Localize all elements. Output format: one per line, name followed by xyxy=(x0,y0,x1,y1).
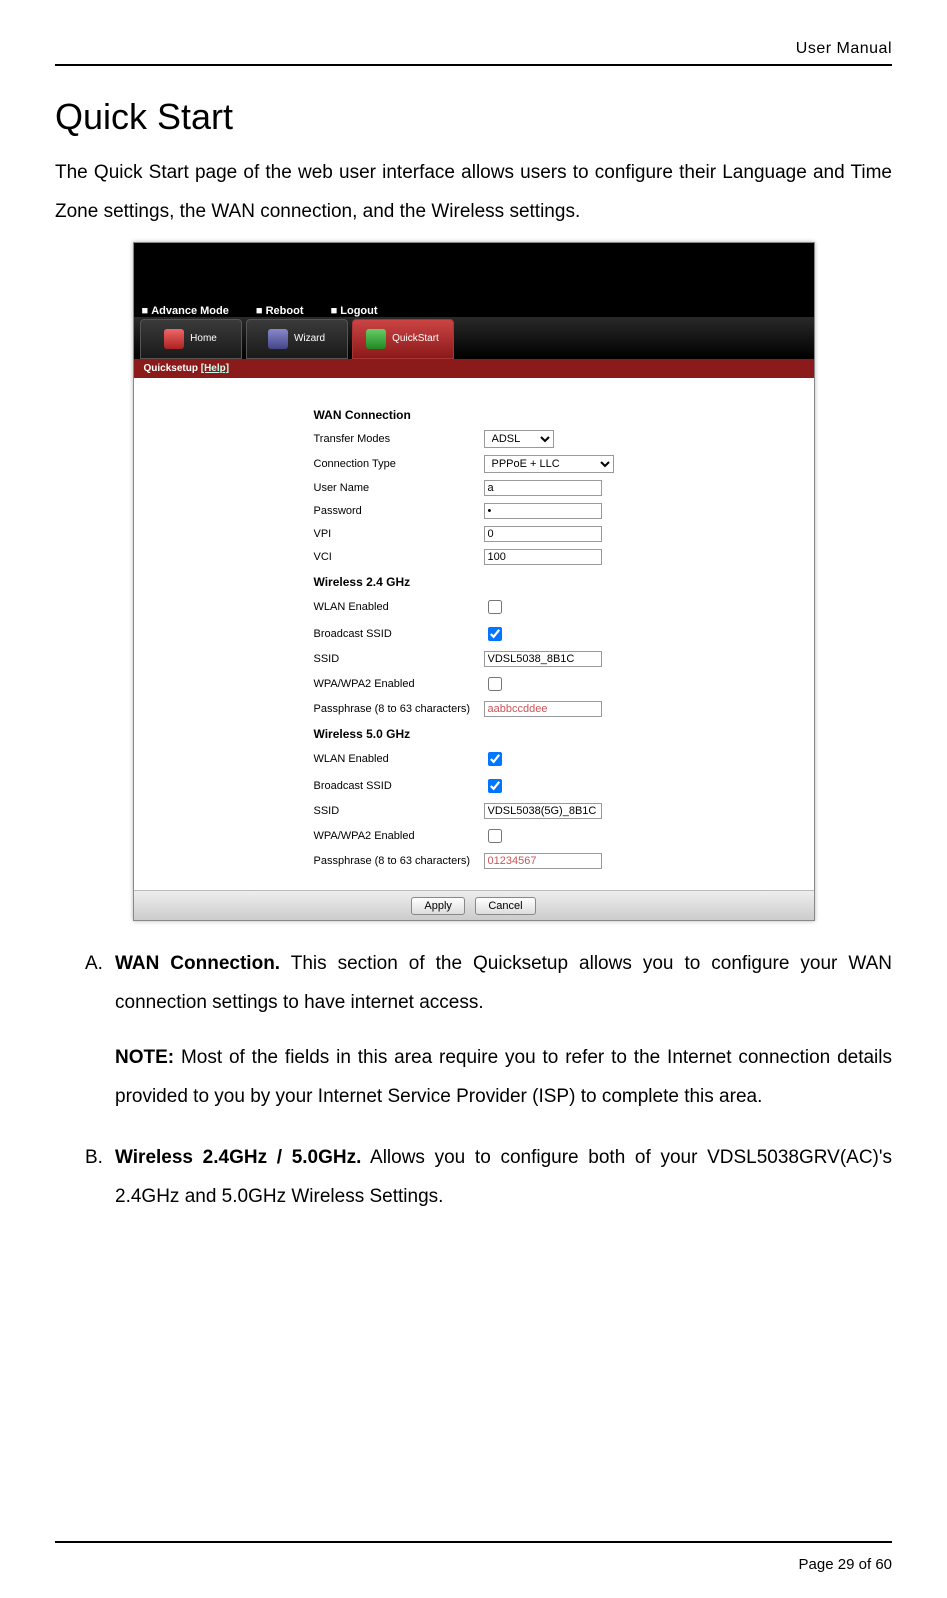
vci-label: VCI xyxy=(314,551,484,563)
note-label: NOTE: xyxy=(115,1047,174,1068)
breadcrumb: Quicksetup [Help] xyxy=(134,359,814,378)
breadcrumb-label: Quicksetup xyxy=(144,363,198,374)
wl24-pass-label: Passphrase (8 to 63 characters) xyxy=(314,703,484,715)
router-banner xyxy=(134,243,814,301)
wl50-enabled-checkbox[interactable] xyxy=(488,752,502,766)
vci-input[interactable] xyxy=(484,549,602,565)
intro-paragraph: The Quick Start page of the web user int… xyxy=(55,154,892,232)
note-body: Most of the fields in this area require … xyxy=(115,1047,892,1107)
menu-advance-mode[interactable]: ■ Advance Mode xyxy=(142,305,241,317)
wan-section-title: WAN Connection xyxy=(314,408,786,422)
wl50-broadcast-label: Broadcast SSID xyxy=(314,780,484,792)
page-footer: Page 29 of 60 xyxy=(799,1556,892,1573)
item-a-note: NOTE: Most of the fields in this area re… xyxy=(115,1039,892,1117)
tab-home-label: Home xyxy=(190,333,217,344)
wl50-enabled-label: WLAN Enabled xyxy=(314,753,484,765)
router-screenshot: ■ Advance Mode ■ Reboot ■ Logout Home Wi… xyxy=(133,242,815,921)
wl50-wpa-label: WPA/WPA2 Enabled xyxy=(314,830,484,842)
apply-button[interactable]: Apply xyxy=(411,897,465,915)
tab-home[interactable]: Home xyxy=(140,319,242,359)
help-link[interactable]: [Help] xyxy=(201,363,229,374)
wl50-ssid-label: SSID xyxy=(314,805,484,817)
connection-type-select[interactable]: PPPoE + LLC xyxy=(484,455,614,473)
wl50-broadcast-checkbox[interactable] xyxy=(488,779,502,793)
home-icon xyxy=(164,329,184,349)
wl50-pass-label: Passphrase (8 to 63 characters) xyxy=(314,855,484,867)
menu-logout[interactable]: ■ Logout xyxy=(331,305,390,317)
tab-quickstart[interactable]: QuickStart xyxy=(352,319,454,359)
router-top-menu: ■ Advance Mode ■ Reboot ■ Logout xyxy=(134,301,814,317)
form-button-bar: Apply Cancel xyxy=(134,890,814,920)
wl50-pass-input[interactable] xyxy=(484,853,602,869)
wl24-wpa-checkbox[interactable] xyxy=(488,677,502,691)
wl24-broadcast-checkbox[interactable] xyxy=(488,627,502,641)
header-rule xyxy=(55,64,892,66)
wl24-pass-input[interactable] xyxy=(484,701,602,717)
page-title: Quick Start xyxy=(55,96,892,138)
document-page: User Manual Quick Start The Quick Start … xyxy=(0,0,947,1598)
user-name-label: User Name xyxy=(314,482,484,494)
router-tabs: Home Wizard QuickStart xyxy=(134,317,814,359)
user-name-input[interactable] xyxy=(484,480,602,496)
wl24-wpa-label: WPA/WPA2 Enabled xyxy=(314,678,484,690)
vpi-label: VPI xyxy=(314,528,484,540)
item-b: Wireless 2.4GHz / 5.0GHz. Allows you to … xyxy=(85,1139,892,1217)
tab-wizard-label: Wizard xyxy=(294,333,325,344)
footer-rule xyxy=(55,1541,892,1543)
quicksetup-form: WAN Connection Transfer Modes ADSL Conne… xyxy=(134,378,814,890)
vpi-input[interactable] xyxy=(484,526,602,542)
wl24-section-title: Wireless 2.4 GHz xyxy=(314,575,786,589)
item-a: WAN Connection. This section of the Quic… xyxy=(85,945,892,1117)
transfer-modes-select[interactable]: ADSL xyxy=(484,430,554,448)
password-input[interactable] xyxy=(484,503,602,519)
item-a-title: WAN Connection. xyxy=(115,953,280,974)
password-label: Password xyxy=(314,505,484,517)
wl24-ssid-label: SSID xyxy=(314,653,484,665)
transfer-modes-label: Transfer Modes xyxy=(314,433,484,445)
cancel-button[interactable]: Cancel xyxy=(475,897,535,915)
wl24-enabled-checkbox[interactable] xyxy=(488,600,502,614)
wizard-icon xyxy=(268,329,288,349)
header-label: User Manual xyxy=(55,40,892,64)
wl24-ssid-input[interactable] xyxy=(484,651,602,667)
wl24-broadcast-label: Broadcast SSID xyxy=(314,628,484,640)
wl50-wpa-checkbox[interactable] xyxy=(488,829,502,843)
wl50-ssid-input[interactable] xyxy=(484,803,602,819)
wl24-enabled-label: WLAN Enabled xyxy=(314,601,484,613)
wl50-section-title: Wireless 5.0 GHz xyxy=(314,727,786,741)
description-list: WAN Connection. This section of the Quic… xyxy=(55,945,892,1217)
quickstart-icon xyxy=(366,329,386,349)
menu-reboot[interactable]: ■ Reboot xyxy=(256,305,316,317)
connection-type-label: Connection Type xyxy=(314,458,484,470)
tab-quickstart-label: QuickStart xyxy=(392,333,439,344)
item-b-title: Wireless 2.4GHz / 5.0GHz. xyxy=(115,1147,361,1168)
tab-wizard[interactable]: Wizard xyxy=(246,319,348,359)
